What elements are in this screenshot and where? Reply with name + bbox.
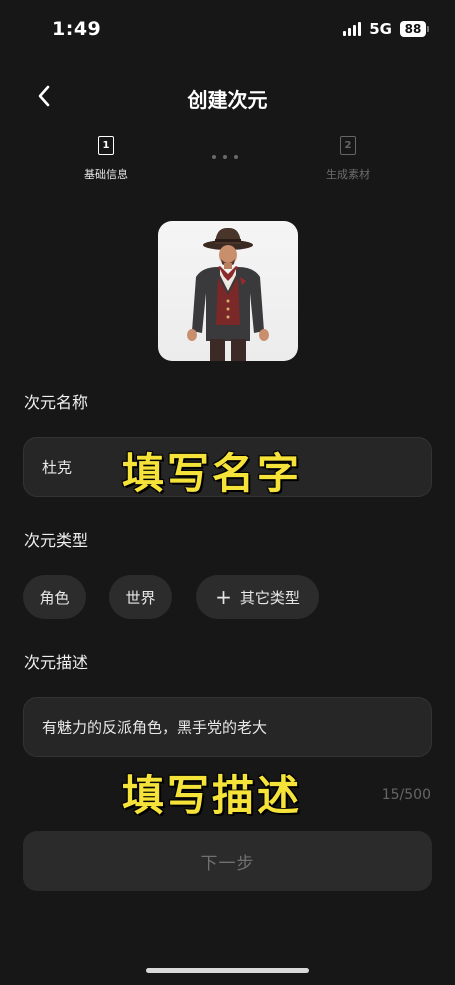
step-generate-material: 2 生成素材 xyxy=(303,136,393,182)
battery-icon: 88 xyxy=(400,21,429,37)
description-input-value: 有魅力的反派角色，黑手党的老大 xyxy=(42,718,268,737)
signal-icon xyxy=(343,22,362,36)
type-chip-other-label: 其它类型 xyxy=(239,588,300,607)
type-chip-other[interactable]: + 其它类型 xyxy=(196,575,319,619)
step-label: 基础信息 xyxy=(84,168,128,181)
home-indicator[interactable] xyxy=(146,968,309,973)
status-time: 1:49 xyxy=(52,18,102,40)
type-section-label: 次元类型 xyxy=(24,531,89,550)
character-counter: 15/500 xyxy=(381,787,431,803)
type-chip-character[interactable]: 角色 xyxy=(23,575,86,619)
next-step-button[interactable]: 下一步 xyxy=(23,831,432,891)
status-indicators: 5G 88 xyxy=(343,20,429,38)
character-avatar[interactable] xyxy=(158,221,298,361)
cowboy-character-image xyxy=(187,227,269,361)
type-chip-world[interactable]: 世界 xyxy=(109,575,172,619)
network-type: 5G xyxy=(369,20,392,38)
name-section-label: 次元名称 xyxy=(24,393,89,412)
plus-icon: + xyxy=(215,585,232,609)
description-section-label: 次元描述 xyxy=(24,653,89,672)
step-separator xyxy=(212,155,238,159)
description-input[interactable]: 有魅力的反派角色，黑手党的老大 xyxy=(23,697,432,757)
page-title: 创建次元 xyxy=(187,88,268,112)
battery-level: 88 xyxy=(400,21,426,37)
description-hint-overlay: 填写描述 xyxy=(122,771,303,820)
step-basic-info: 1 基础信息 xyxy=(61,136,151,182)
step-label: 生成素材 xyxy=(326,168,370,181)
step-number-icon: 1 xyxy=(98,136,114,155)
step-number-icon: 2 xyxy=(340,136,356,155)
name-input-value: 杜克 xyxy=(42,458,73,477)
name-hint-overlay: 填写名字 xyxy=(122,449,303,498)
